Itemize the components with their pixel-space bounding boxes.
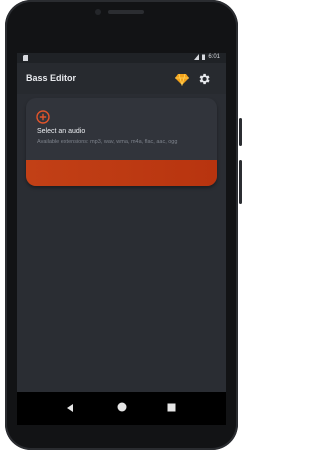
status-bar: 6:01 — [17, 53, 226, 63]
back-icon[interactable] — [65, 403, 75, 413]
front-camera — [95, 9, 101, 15]
card-subtitle: Available extensions: mp3, wav, wma, m4a… — [37, 139, 178, 145]
home-icon[interactable] — [116, 401, 128, 413]
battery-icon — [202, 54, 206, 60]
card-accent-bar — [26, 160, 217, 186]
app-screen: 6:01 Bass Editor Select an audio Availab… — [17, 53, 226, 392]
status-time: 6:01 — [208, 54, 220, 60]
status-indicators: 6:01 — [194, 54, 220, 60]
navigation-bar — [17, 392, 226, 425]
card-title: Select an audio — [37, 128, 86, 135]
power-button — [239, 118, 242, 146]
recents-icon[interactable] — [167, 403, 176, 412]
sd-card-icon — [23, 55, 28, 61]
diamond-icon[interactable] — [175, 72, 189, 86]
app-bar: Bass Editor — [17, 63, 226, 94]
gear-icon[interactable] — [197, 72, 211, 86]
earpiece-speaker — [108, 10, 144, 14]
select-audio-card[interactable]: Select an audio Available extensions: mp… — [26, 98, 217, 186]
volume-button — [239, 160, 242, 204]
app-title: Bass Editor — [26, 73, 77, 83]
signal-icon — [194, 54, 200, 60]
add-circle-icon[interactable] — [36, 110, 50, 124]
